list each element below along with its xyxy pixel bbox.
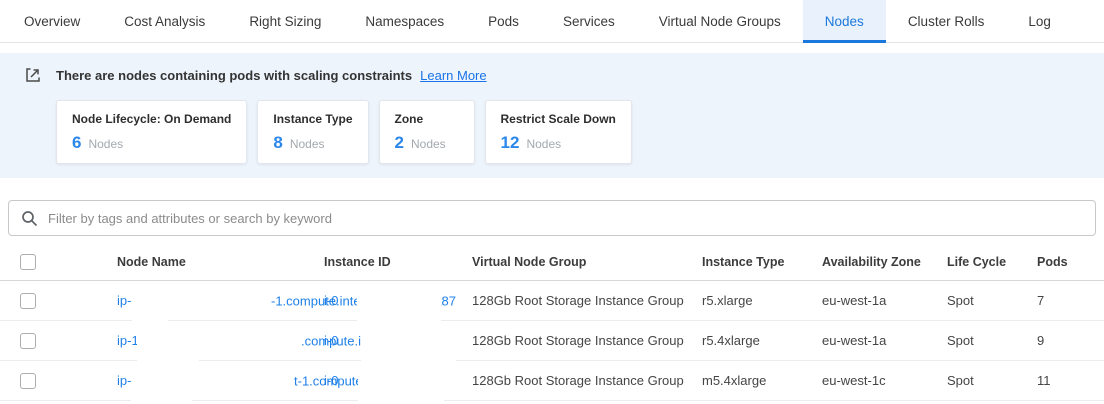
pods-cell: 9 [1037, 321, 1104, 360]
card-value: 2 [395, 133, 404, 153]
tab-right-sizing[interactable]: Right Sizing [227, 0, 343, 42]
instance-id-link[interactable]: i-0 [324, 373, 338, 388]
table-row[interactable]: ip--1.compute.internal i-0da87 128Gb Roo… [0, 281, 1104, 321]
pods-cell: 11 [1037, 361, 1104, 400]
card-title: Node Lifecycle: On Demand [72, 112, 231, 126]
card-unit: Nodes [290, 137, 325, 151]
virtual-node-group-cell: 128Gb Root Storage Instance Group [472, 361, 702, 400]
row-checkbox[interactable] [20, 293, 36, 309]
redaction-overlay [131, 366, 192, 402]
card-restrict-scale-down[interactable]: Restrict Scale Down 12 Nodes [485, 100, 632, 164]
card-instance-type[interactable]: Instance Type 8 Nodes [257, 100, 368, 164]
row-checkbox[interactable] [20, 333, 36, 349]
instance-type-cell: m5.4xlarge [702, 361, 822, 400]
constraint-cards: Node Lifecycle: On Demand 6 Nodes Instan… [56, 100, 1104, 164]
col-life-cycle: Life Cycle [947, 255, 1037, 269]
card-value: 12 [501, 133, 520, 153]
card-title: Instance Type [273, 112, 352, 126]
col-virtual-node-group: Virtual Node Group [472, 255, 702, 269]
card-zone[interactable]: Zone 2 Nodes [379, 100, 475, 164]
node-name-link[interactable]: ip- [117, 293, 131, 308]
card-unit: Nodes [526, 137, 561, 151]
redaction-overlay [361, 326, 456, 362]
life-cycle-cell: Spot [947, 321, 1037, 360]
constraints-banner: There are nodes containing pods with sca… [0, 66, 1104, 84]
filter-search-bar[interactable] [8, 200, 1096, 236]
card-node-lifecycle-on-demand[interactable]: Node Lifecycle: On Demand 6 Nodes [56, 100, 247, 164]
instance-type-cell: r5.xlarge [702, 281, 822, 320]
tab-virtual-node-groups[interactable]: Virtual Node Groups [637, 0, 803, 42]
availability-zone-cell: eu-west-1c [822, 361, 947, 400]
scale-out-icon [24, 66, 42, 84]
col-pods: Pods [1037, 255, 1104, 269]
tab-cluster-rolls[interactable]: Cluster Rolls [886, 0, 1007, 42]
tab-overview[interactable]: Overview [2, 0, 102, 42]
card-unit: Nodes [411, 137, 446, 151]
card-unit: Nodes [88, 137, 123, 151]
tab-bar: Overview Cost Analysis Right Sizing Name… [0, 0, 1104, 43]
row-checkbox[interactable] [20, 373, 36, 389]
scaling-constraints-panel: There are nodes containing pods with sca… [0, 53, 1104, 178]
tab-cost-analysis[interactable]: Cost Analysis [102, 0, 227, 42]
redaction-overlay [357, 286, 441, 322]
instance-id-link[interactable]: i-0 [324, 293, 338, 308]
col-instance-type: Instance Type [702, 255, 822, 269]
card-value: 6 [72, 133, 81, 153]
table-header: Node Name Instance ID Virtual Node Group… [0, 244, 1104, 281]
tab-nodes[interactable]: Nodes [803, 0, 886, 42]
table-row[interactable]: ip-t-1.compute.internal i-0d 128Gb Root … [0, 361, 1104, 401]
availability-zone-cell: eu-west-1a [822, 281, 947, 320]
select-all-checkbox[interactable] [20, 254, 36, 270]
availability-zone-cell: eu-west-1a [822, 321, 947, 360]
table-row[interactable]: ip-1.compute.internal i-0 128Gb Root Sto… [0, 321, 1104, 361]
pods-cell: 7 [1037, 281, 1104, 320]
card-title: Zone [395, 112, 459, 126]
table-body: ip--1.compute.internal i-0da87 128Gb Roo… [0, 281, 1104, 401]
virtual-node-group-cell: 128Gb Root Storage Instance Group [472, 321, 702, 360]
life-cycle-cell: Spot [947, 281, 1037, 320]
tab-pods[interactable]: Pods [466, 0, 541, 42]
tab-log[interactable]: Log [1006, 0, 1073, 42]
node-name-link[interactable]: ip-1 [117, 333, 139, 348]
col-node-name: Node Name [101, 255, 324, 269]
card-value: 8 [273, 133, 282, 153]
redaction-overlay [132, 286, 168, 322]
col-availability-zone: Availability Zone [822, 255, 947, 269]
redaction-overlay [358, 366, 444, 402]
col-instance-id: Instance ID [324, 255, 472, 269]
search-input[interactable] [48, 211, 1083, 226]
tab-namespaces[interactable]: Namespaces [343, 0, 466, 42]
instance-id-link[interactable]: i-0 [324, 333, 338, 348]
node-name-link[interactable]: ip- [117, 373, 131, 388]
card-title: Restrict Scale Down [501, 112, 616, 126]
banner-message: There are nodes containing pods with sca… [56, 68, 412, 83]
tab-services[interactable]: Services [541, 0, 637, 42]
search-icon [21, 210, 38, 227]
life-cycle-cell: Spot [947, 361, 1037, 400]
redaction-overlay [137, 326, 199, 362]
virtual-node-group-cell: 128Gb Root Storage Instance Group [472, 281, 702, 320]
instance-type-cell: r5.4xlarge [702, 321, 822, 360]
learn-more-link[interactable]: Learn More [420, 68, 486, 83]
